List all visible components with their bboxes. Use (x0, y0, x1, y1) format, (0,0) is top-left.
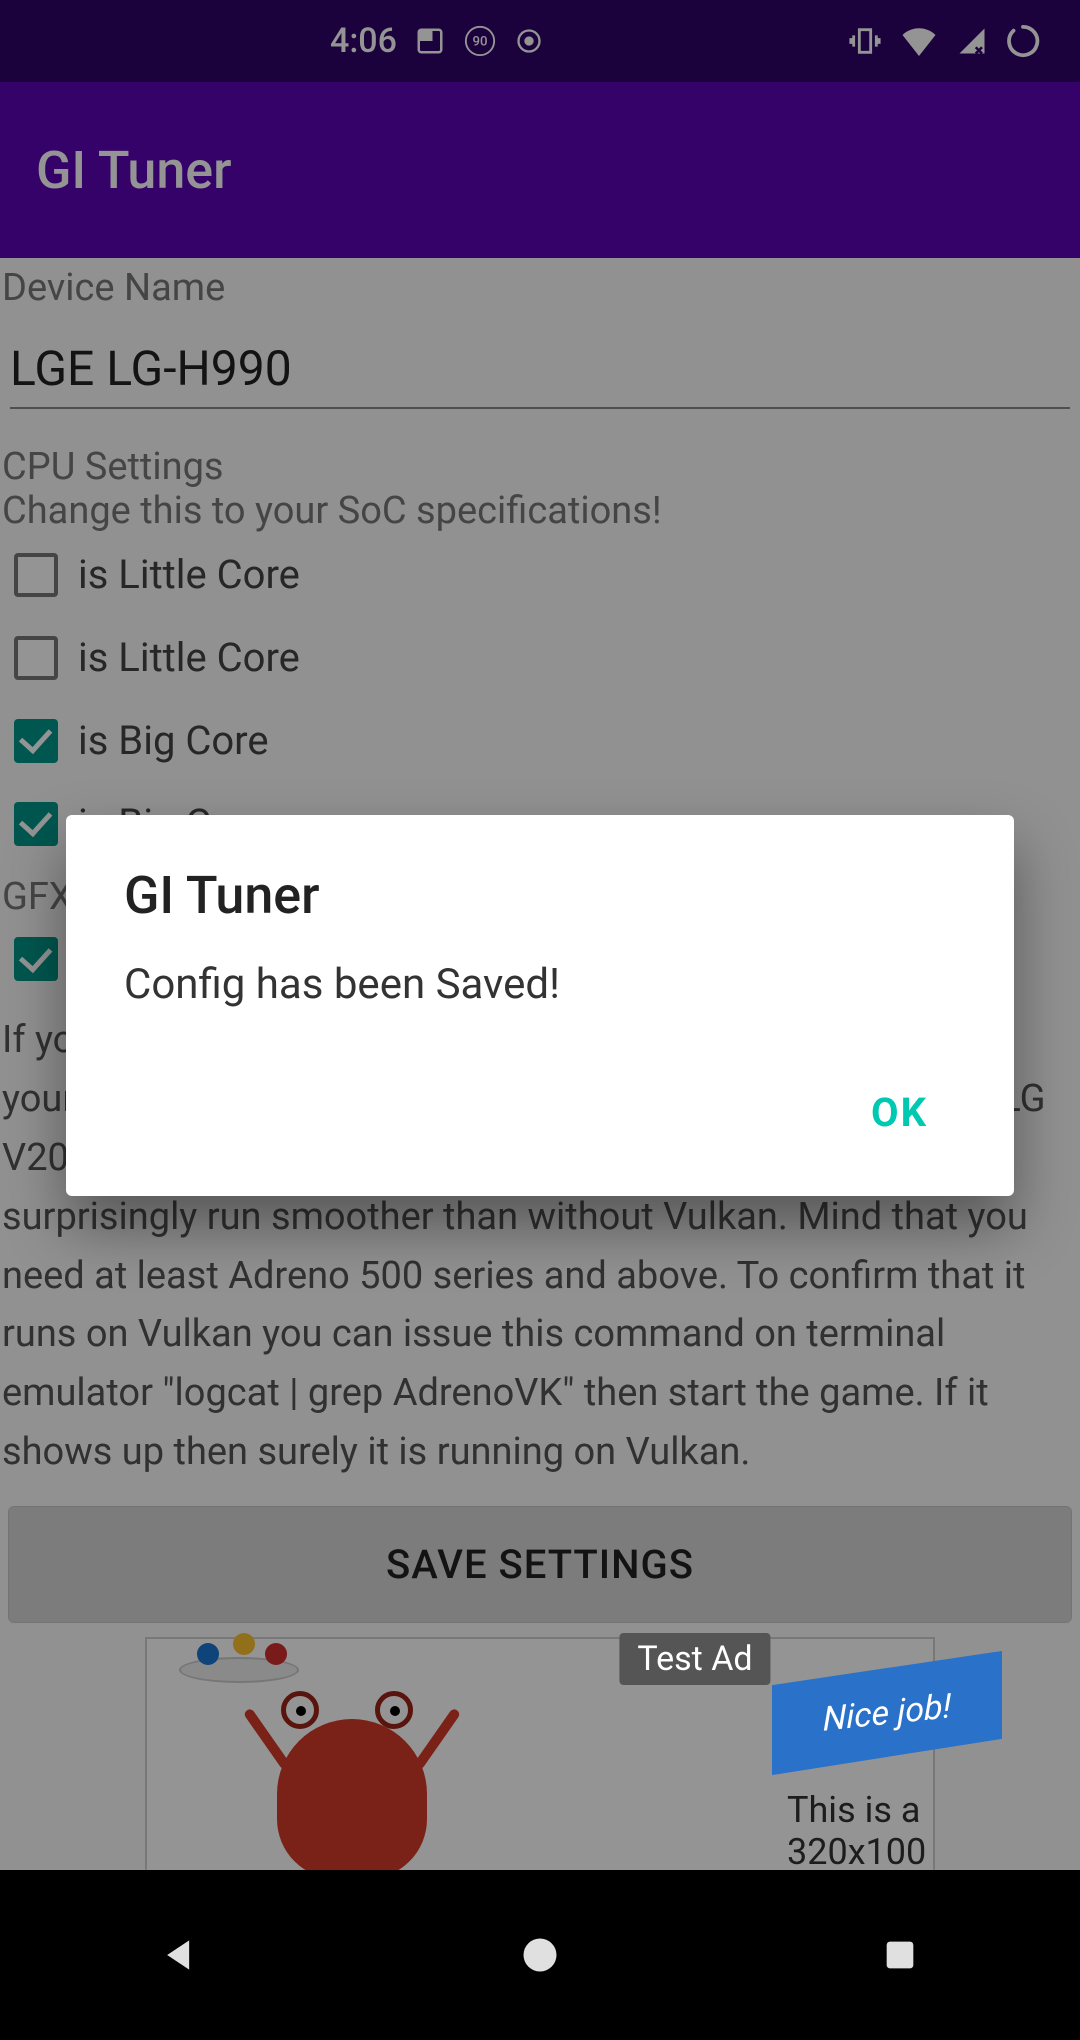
dialog-ok-button[interactable]: OK (843, 1069, 956, 1156)
system-nav-bar (0, 1870, 1080, 2040)
recents-button[interactable] (800, 1905, 1000, 2005)
dialog-message: Config has been Saved! (124, 926, 956, 1069)
dialog-title: GI Tuner (124, 865, 956, 926)
back-button[interactable] (80, 1905, 280, 2005)
alert-dialog: GI Tuner Config has been Saved! OK (66, 815, 1014, 1196)
ad-badge: Test Ad (619, 1633, 770, 1685)
home-button[interactable] (440, 1905, 640, 2005)
